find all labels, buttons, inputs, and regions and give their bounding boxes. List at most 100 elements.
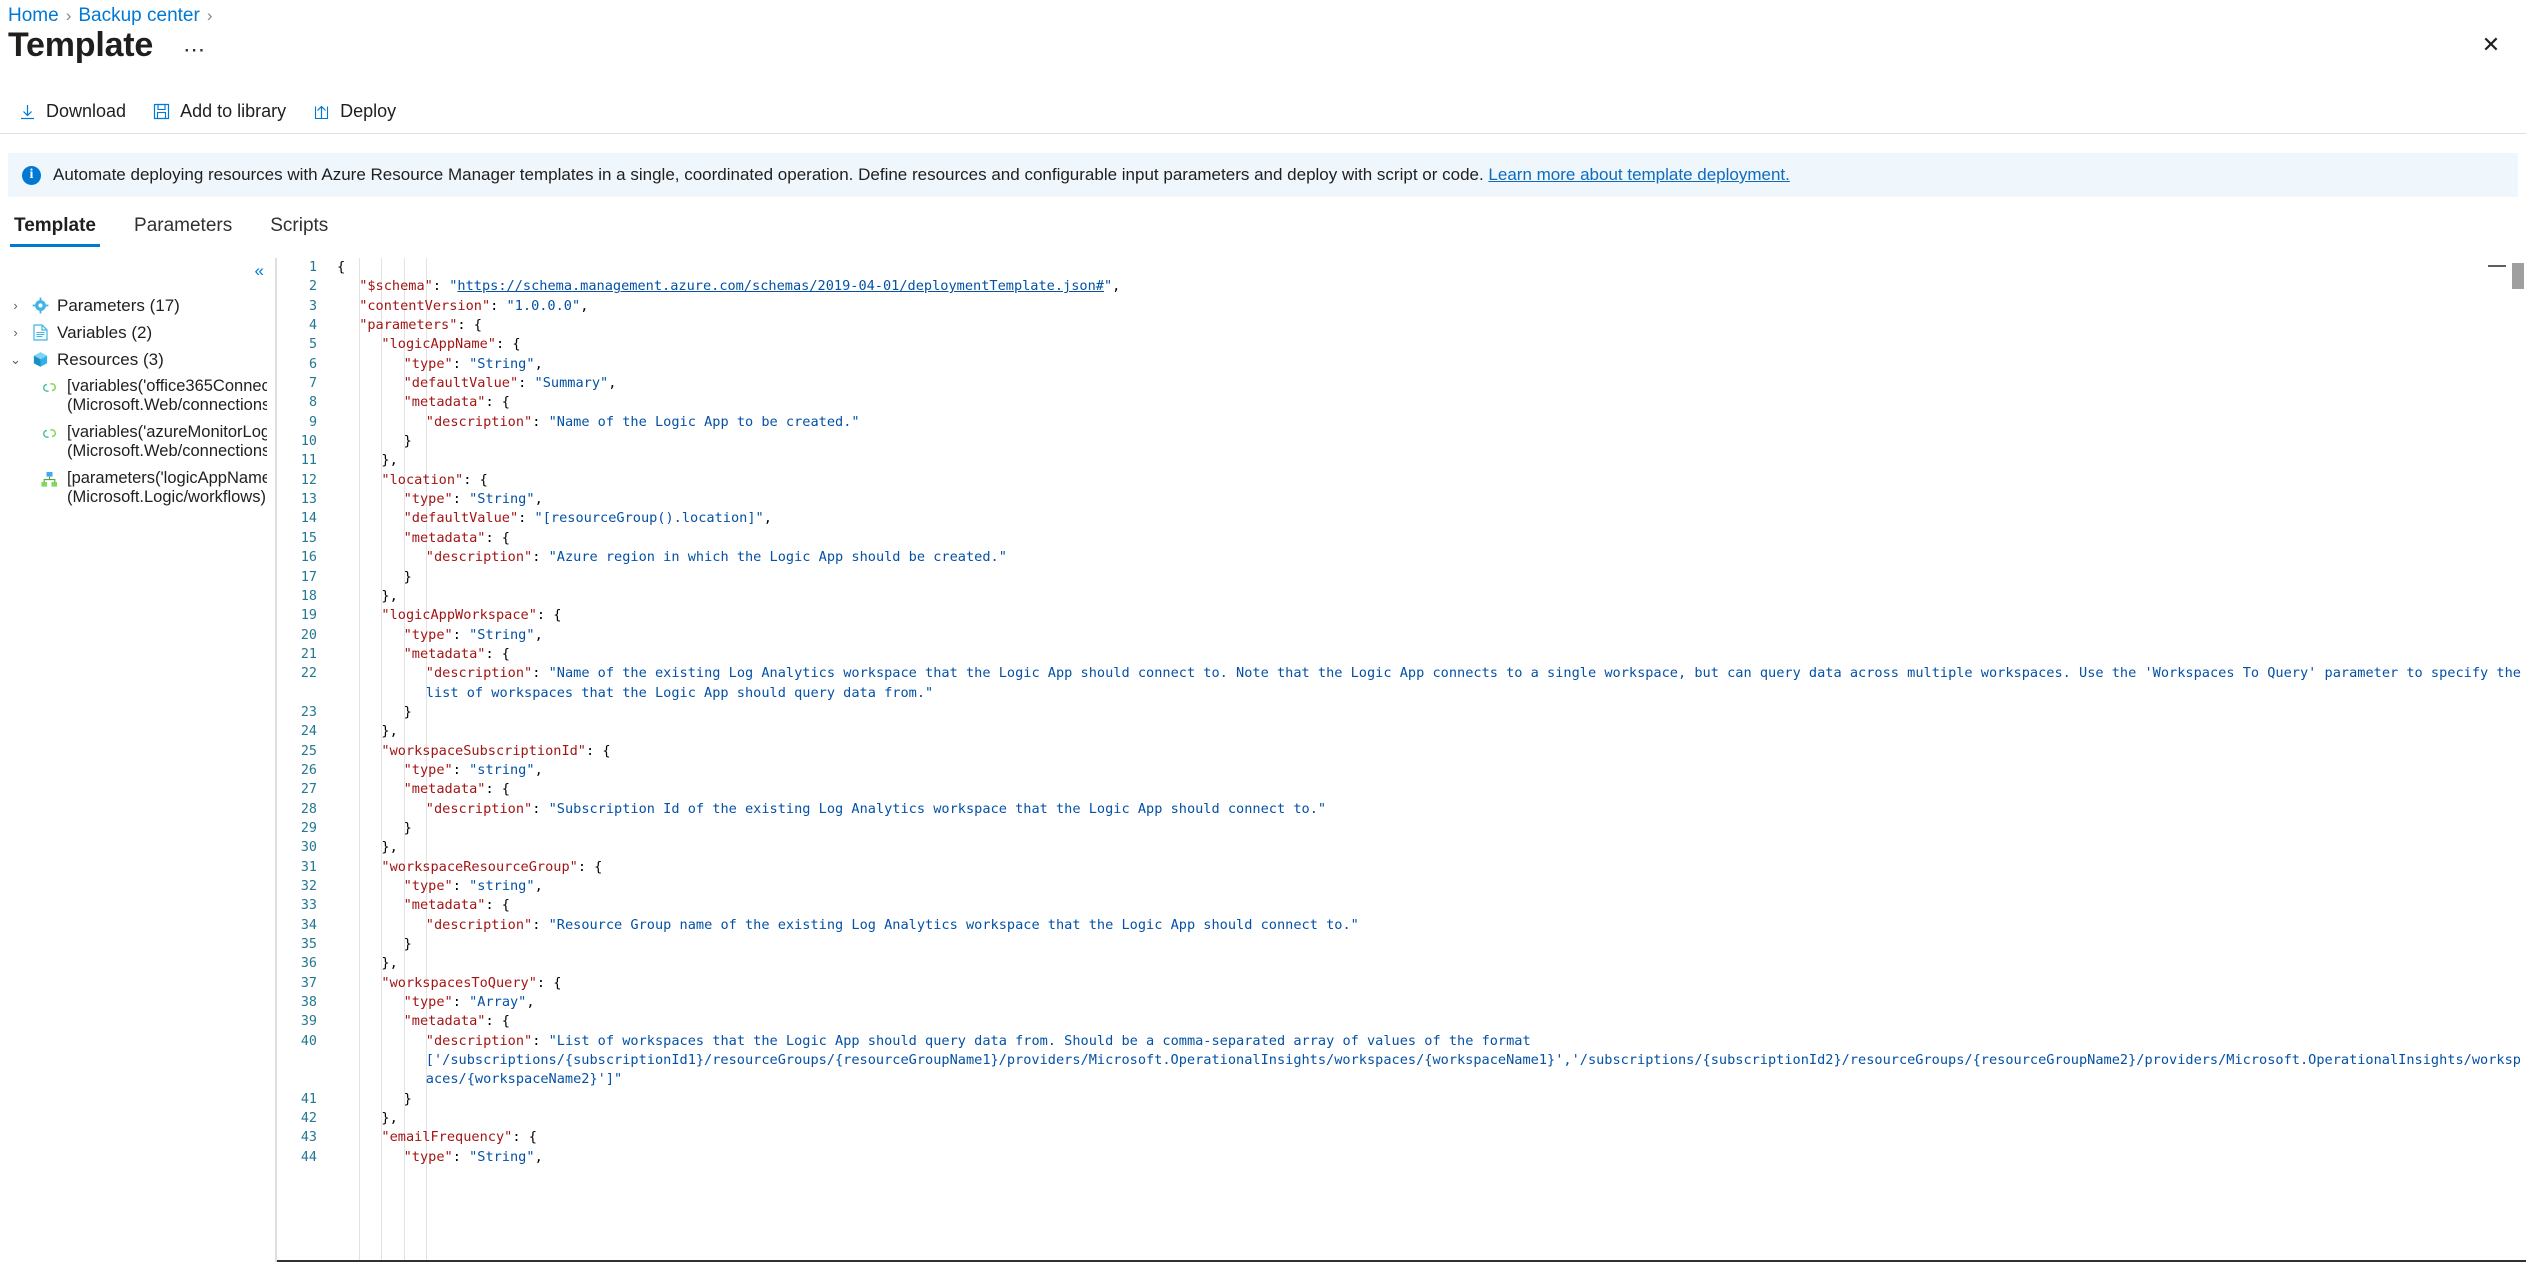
- code-text[interactable]: "defaultValue": "[resourceGroup().locati…: [331, 509, 2526, 528]
- code-line[interactable]: 21 "metadata": {: [277, 645, 2526, 664]
- code-line[interactable]: 37 "workspacesToQuery": {: [277, 974, 2526, 993]
- code-text[interactable]: {: [331, 258, 2526, 277]
- breadcrumb-item-home[interactable]: Home: [8, 4, 59, 28]
- tree-resource-item[interactable]: [variables('azureMonitorLogsConn (Micros…: [0, 419, 276, 465]
- code-text[interactable]: "location": {: [331, 471, 2526, 490]
- code-line[interactable]: 43 "emailFrequency": {: [277, 1128, 2526, 1147]
- code-text[interactable]: "metadata": {: [331, 645, 2526, 664]
- code-line[interactable]: 35}: [277, 935, 2526, 954]
- code-text[interactable]: "metadata": {: [331, 393, 2526, 412]
- code-text[interactable]: "type": "String",: [331, 626, 2526, 645]
- code-line[interactable]: 33 "metadata": {: [277, 896, 2526, 915]
- close-button[interactable]: ✕: [2474, 28, 2508, 62]
- code-text[interactable]: "type": "String",: [331, 1148, 2526, 1167]
- code-line[interactable]: 30},: [277, 838, 2526, 857]
- code-line[interactable]: 15 "metadata": {: [277, 529, 2526, 548]
- code-line[interactable]: 2 "$schema": "https://schema.management.a…: [277, 277, 2526, 296]
- code-text[interactable]: "type": "string",: [331, 877, 2526, 896]
- code-text[interactable]: }: [331, 935, 2526, 954]
- code-text[interactable]: }: [331, 819, 2526, 838]
- tree-resource-item[interactable]: [parameters('logicAppName')] (Microsoft.…: [0, 465, 276, 511]
- code-text[interactable]: "workspacesToQuery": {: [331, 974, 2526, 993]
- deploy-button[interactable]: Deploy: [304, 95, 408, 128]
- code-text[interactable]: "description": "Subscription Id of the e…: [331, 800, 2526, 819]
- code-text[interactable]: "logicAppWorkspace": {: [331, 606, 2526, 625]
- code-text[interactable]: "description": "Name of the Logic App to…: [331, 413, 2526, 432]
- code-line[interactable]: 6 "type": "String",: [277, 355, 2526, 374]
- code-text[interactable]: "type": "Array",: [331, 993, 2526, 1012]
- code-text[interactable]: "emailFrequency": {: [331, 1128, 2526, 1147]
- code-text[interactable]: }: [331, 703, 2526, 722]
- code-line[interactable]: 11},: [277, 451, 2526, 470]
- code-text[interactable]: "$schema": "https://schema.management.az…: [331, 277, 2526, 296]
- code-line[interactable]: 28 "description": "Subscription Id of the…: [277, 800, 2526, 819]
- tree-node-variables[interactable]: › Variables (2): [0, 319, 276, 346]
- code-line[interactable]: 19 "logicAppWorkspace": {: [277, 606, 2526, 625]
- code-text[interactable]: "workspaceSubscriptionId": {: [331, 742, 2526, 761]
- collapse-pane-button[interactable]: «: [255, 262, 264, 279]
- code-line[interactable]: 34 "description": "Resource Group name of…: [277, 916, 2526, 935]
- code-text[interactable]: "description": "List of workspaces that …: [331, 1032, 2526, 1090]
- code-line[interactable]: 18},: [277, 587, 2526, 606]
- code-text[interactable]: "type": "String",: [331, 355, 2526, 374]
- code-text[interactable]: }: [331, 568, 2526, 587]
- tab-template[interactable]: Template: [10, 212, 101, 247]
- scrollbar-thumb[interactable]: [2512, 263, 2524, 289]
- code-line[interactable]: 42},: [277, 1109, 2526, 1128]
- tree-resource-item[interactable]: [variables('office365ConnectionNa (Micro…: [0, 373, 276, 419]
- code-text[interactable]: "contentVersion": "1.0.0.0",: [331, 297, 2526, 316]
- code-line[interactable]: 26 "type": "string",: [277, 761, 2526, 780]
- code-line[interactable]: 23}: [277, 703, 2526, 722]
- code-line[interactable]: 32 "type": "string",: [277, 877, 2526, 896]
- code-text[interactable]: "metadata": {: [331, 1012, 2526, 1031]
- code-line[interactable]: 14 "defaultValue": "[resourceGroup().loca…: [277, 509, 2526, 528]
- code-text[interactable]: },: [331, 722, 2526, 741]
- code-text[interactable]: }: [331, 1090, 2526, 1109]
- template-editor[interactable]: 1{2 "$schema": "https://schema.management…: [276, 258, 2526, 1262]
- code-line[interactable]: 7 "defaultValue": "Summary",: [277, 374, 2526, 393]
- tree-node-resources[interactable]: ⌄ Resources (3): [0, 346, 276, 373]
- code-line[interactable]: 16 "description": "Azure region in which …: [277, 548, 2526, 567]
- code-line[interactable]: 39 "metadata": {: [277, 1012, 2526, 1031]
- code-line[interactable]: 44 "type": "String",: [277, 1148, 2526, 1167]
- code-line[interactable]: 22 "description": "Name of the existing L…: [277, 664, 2526, 703]
- code-line[interactable]: 12 "location": {: [277, 471, 2526, 490]
- code-text[interactable]: "parameters": {: [331, 316, 2526, 335]
- code-text[interactable]: },: [331, 587, 2526, 606]
- tab-parameters[interactable]: Parameters: [130, 212, 236, 247]
- code-text[interactable]: },: [331, 954, 2526, 973]
- code-line[interactable]: 1{: [277, 258, 2526, 277]
- code-line[interactable]: 5 "logicAppName": {: [277, 335, 2526, 354]
- code-line[interactable]: 41}: [277, 1090, 2526, 1109]
- code-line[interactable]: 25 "workspaceSubscriptionId": {: [277, 742, 2526, 761]
- code-line[interactable]: 29}: [277, 819, 2526, 838]
- code-line[interactable]: 3 "contentVersion": "1.0.0.0",: [277, 297, 2526, 316]
- code-text[interactable]: }: [331, 432, 2526, 451]
- code-text[interactable]: "type": "String",: [331, 490, 2526, 509]
- learn-more-link[interactable]: Learn more about template deployment.: [1488, 165, 1789, 184]
- tree-node-parameters[interactable]: › Parameters (17): [0, 292, 276, 319]
- code-line[interactable]: 31 "workspaceResourceGroup": {: [277, 858, 2526, 877]
- code-line[interactable]: 20 "type": "String",: [277, 626, 2526, 645]
- code-line[interactable]: 36},: [277, 954, 2526, 973]
- code-line[interactable]: 4 "parameters": {: [277, 316, 2526, 335]
- code-line[interactable]: 24},: [277, 722, 2526, 741]
- code-line[interactable]: 10}: [277, 432, 2526, 451]
- code-line[interactable]: 8 "metadata": {: [277, 393, 2526, 412]
- download-button[interactable]: Download: [10, 95, 138, 128]
- chevron-right-icon[interactable]: ›: [8, 322, 23, 343]
- code-text[interactable]: "description": "Resource Group name of t…: [331, 916, 2526, 935]
- chevron-right-icon[interactable]: ›: [8, 295, 23, 316]
- more-options-button[interactable]: ⋯: [177, 38, 212, 61]
- code-line[interactable]: 27 "metadata": {: [277, 780, 2526, 799]
- code-text[interactable]: "description": "Azure region in which th…: [331, 548, 2526, 567]
- code-text[interactable]: },: [331, 451, 2526, 470]
- editor-vertical-scrollbar[interactable]: [2510, 258, 2526, 1262]
- code-lines[interactable]: 1{2 "$schema": "https://schema.management…: [277, 258, 2526, 1262]
- code-line[interactable]: 13 "type": "String",: [277, 490, 2526, 509]
- add-to-library-button[interactable]: Add to library: [144, 95, 298, 128]
- code-text[interactable]: "metadata": {: [331, 896, 2526, 915]
- code-line[interactable]: 17}: [277, 568, 2526, 587]
- code-text[interactable]: },: [331, 1109, 2526, 1128]
- code-text[interactable]: },: [331, 838, 2526, 857]
